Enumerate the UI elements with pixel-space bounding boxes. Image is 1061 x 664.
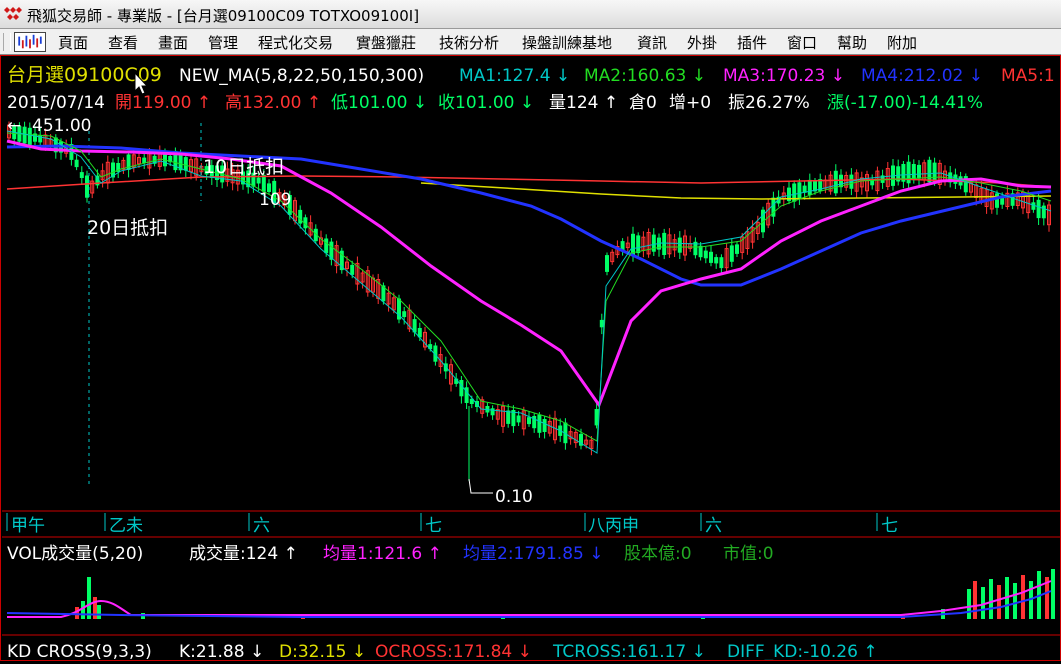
bar-oi-change: 增+0 xyxy=(669,93,711,113)
market-cap-value: 市值:0 xyxy=(723,544,774,564)
menu-item-plugin-ext[interactable]: 外掛 xyxy=(687,32,717,53)
max-price-label: 451.00 xyxy=(32,116,91,136)
vol-ma2-value: 均量2:1791.85 ↓ xyxy=(463,544,604,564)
app-menu-icon[interactable] xyxy=(14,32,46,52)
menu-item-canvas[interactable]: 畫面 xyxy=(158,32,188,53)
app-logo-icon xyxy=(4,7,22,20)
time-axis-label-4: 八丙申 xyxy=(588,516,639,536)
bar-low: 低101.00 ↓ xyxy=(331,93,427,113)
volume-bar xyxy=(1021,575,1025,619)
kd-diff-value: DIFF_KD:-10.26 ↑ xyxy=(727,642,878,660)
volume-bar xyxy=(1013,583,1017,619)
time-axis-label-2: 六 xyxy=(253,516,270,536)
bar-change: 漲(-17.00)-14.41% xyxy=(827,93,983,113)
vol-indicator-label: VOL成交量(5,20) xyxy=(7,544,143,564)
min-price-label: 0.10 xyxy=(495,487,533,507)
ma5-value: MA5:1 xyxy=(1001,66,1055,86)
volume-bars-layer xyxy=(75,569,1055,619)
kd-tcross-value: TCROSS:161.17 ↓ xyxy=(552,642,706,660)
indicator-label: NEW_MA(5,8,22,50,150,300) xyxy=(179,66,424,86)
ma1-value: MA1:127.4 ↓ xyxy=(459,66,570,86)
bar-volume: 量124 ↑ xyxy=(549,93,618,113)
volume-bar xyxy=(997,585,1001,619)
menu-item-technical-analysis[interactable]: 技術分析 xyxy=(439,32,499,53)
time-axis-label-5: 六 xyxy=(705,516,722,536)
volume-bar xyxy=(93,597,97,619)
menu-item-manage[interactable]: 管理 xyxy=(208,32,238,53)
menu-item-extra[interactable]: 附加 xyxy=(887,32,917,53)
ma3-value: MA3:170.23 ↓ xyxy=(723,66,845,86)
menu-item-addons[interactable]: 插件 xyxy=(737,32,767,53)
ma2-value: MA2:160.63 ↓ xyxy=(584,66,706,86)
volume-bar xyxy=(973,581,977,619)
menu-item-real-hunt[interactable]: 實盤獵莊 xyxy=(356,32,416,53)
max-price-marker-arrow: ← xyxy=(7,116,21,136)
chart-canvas[interactable]: 台月選09100C09 NEW_MA(5,8,22,50,150,300) MA… xyxy=(1,56,1060,662)
bar-open: 開119.00 ↑ xyxy=(115,93,211,113)
title-bar: 飛狐交易師 - 專業版 - [台月選09100C09 TOTXO09100I] xyxy=(0,0,1061,29)
vol-ma1-value: 均量1:121.6 ↑ xyxy=(323,544,442,564)
time-axis-label-0: 甲午 xyxy=(11,516,45,536)
time-axis-label-1: 乙未 xyxy=(109,516,143,536)
kd-d-value: D:32.15 ↓ xyxy=(279,642,366,660)
time-axis-label-6: 七 xyxy=(881,516,898,536)
kd-k-value: K:21.88 ↓ xyxy=(179,642,264,660)
bar-amplitude: 振26.27% xyxy=(728,93,810,113)
deduct-10-label: 10日抵扣 xyxy=(203,156,284,178)
window-title: 飛狐交易師 - 專業版 - [台月選09100C09 TOTXO09100I] xyxy=(27,7,420,25)
vol-ma1-line xyxy=(7,580,1052,618)
vol-ma2-line xyxy=(6,590,1052,618)
toolbar-grip-handle[interactable] xyxy=(3,33,11,51)
bar-open-interest: 倉0 xyxy=(629,93,657,113)
kd-indicator-label: KD CROSS(9,3,3) xyxy=(7,642,152,660)
menu-item-window[interactable]: 窗口 xyxy=(787,32,817,53)
menu-item-help[interactable]: 幫助 xyxy=(837,32,867,53)
volume-bar xyxy=(1051,569,1055,619)
bar-date: 2015/07/14 xyxy=(7,93,105,113)
deduct-20-label: 20日抵扣 xyxy=(87,217,168,239)
ma4-value: MA4:212.02 ↓ xyxy=(861,66,983,86)
menu-item-training-base[interactable]: 操盤訓練基地 xyxy=(522,32,612,53)
long-ma-line xyxy=(420,182,1052,200)
shares-value: 股本億:0 xyxy=(624,544,692,564)
min-price-pointer xyxy=(468,478,493,494)
volume-bar xyxy=(87,577,91,619)
bar-close: 收101.00 ↓ xyxy=(438,93,534,113)
kd-ocross-value: OCROSS:171.84 ↓ xyxy=(375,642,532,660)
menu-bar: 頁面 查看 畫面 管理 程式化交易 實盤獵莊 技術分析 操盤訓練基地 資訊 外掛… xyxy=(0,29,1061,55)
menu-item-page[interactable]: 頁面 xyxy=(58,32,88,53)
menu-item-programmatic-trading[interactable]: 程式化交易 xyxy=(258,32,333,53)
volume-bar xyxy=(967,589,971,619)
volume-bar xyxy=(97,605,101,619)
menu-item-view[interactable]: 查看 xyxy=(108,32,138,53)
volume-bar xyxy=(989,579,993,619)
time-axis-label-3: 七 xyxy=(425,516,442,536)
vol-value: 成交量:124 ↑ xyxy=(189,544,298,564)
chart-window[interactable]: 台月選09100C09 NEW_MA(5,8,22,50,150,300) MA… xyxy=(0,55,1061,662)
volume-bar xyxy=(81,601,85,619)
menu-item-info[interactable]: 資訊 xyxy=(637,32,667,53)
value-109-label: 109 xyxy=(259,190,291,210)
bar-high: 高132.00 ↑ xyxy=(225,93,321,113)
